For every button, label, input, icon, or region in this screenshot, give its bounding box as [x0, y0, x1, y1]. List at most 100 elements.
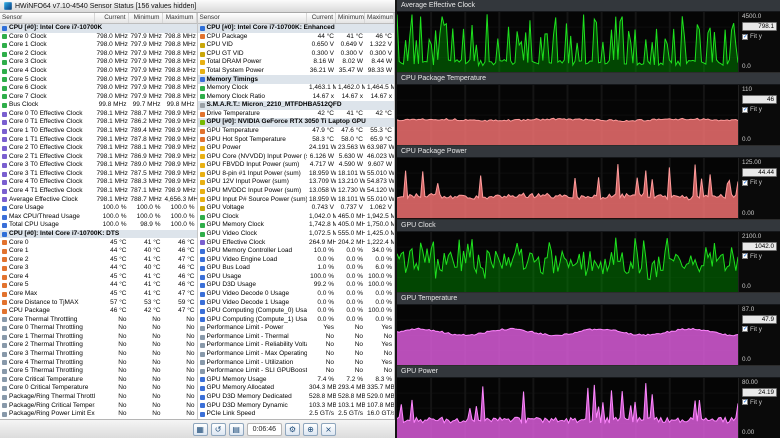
- fit-y-checkbox[interactable]: ✓: [742, 107, 748, 113]
- sensor-row[interactable]: Core Thermal ThrottlingNoNoNo: [0, 316, 197, 325]
- sensor-group-row[interactable]: CPU [#0]: Intel Core i7-10700K: Enhanced: [198, 24, 395, 33]
- graph-title[interactable]: CPU Package Power: [397, 146, 780, 158]
- sensor-row[interactable]: Core 3 Clock798.0 MHz797.9 MHz798.8 MHz: [0, 58, 197, 67]
- close-button[interactable]: ×: [321, 423, 336, 436]
- sensor-row[interactable]: GPU Computing (Compute_1) Usage0.0 %0.0 …: [198, 316, 395, 325]
- sensor-row[interactable]: Core 245 °C41 °C47 °C: [0, 256, 197, 265]
- sensor-row[interactable]: GPU Effective Clock264.9 MHz204.2 MHz1,2…: [198, 238, 395, 247]
- sensor-row[interactable]: CPU GT VID0.300 V0.300 V0.300 V: [198, 50, 395, 59]
- sensor-row[interactable]: Performance Limit - ThermalNoNoNo: [198, 333, 395, 342]
- sensor-row[interactable]: Core 1 T0 Effective Clock798.1 MHz789.4 …: [0, 127, 197, 136]
- sensor-row[interactable]: Performance Limit - Reliability VoltageN…: [198, 341, 395, 350]
- sensor-row[interactable]: Core 2 Clock798.0 MHz797.9 MHz798.8 MHz: [0, 50, 197, 59]
- column-header-minimum[interactable]: Minimum: [336, 13, 365, 23]
- sensor-row[interactable]: Core 1 T1 Effective Clock798.1 MHz787.8 …: [0, 136, 197, 145]
- sensor-group-row[interactable]: CPU [#0]: Intel Core i7-10700K: [0, 24, 197, 33]
- sensor-row[interactable]: GPU Video Decode 0 Usage0.0 %0.0 %0.0 %: [198, 290, 395, 299]
- sensor-row[interactable]: Core 2 Thermal ThrottlingNoNoNo: [0, 341, 197, 350]
- column-header-minimum[interactable]: Minimum: [129, 13, 163, 23]
- column-header-maximum[interactable]: Maximum: [365, 13, 394, 23]
- sensor-row[interactable]: Core 3 Thermal ThrottlingNoNoNo: [0, 350, 197, 359]
- sensor-row[interactable]: Core 0 T1 Effective Clock798.1 MHz786.2 …: [0, 118, 197, 127]
- sensor-row[interactable]: Max CPU/Thread Usage100.0 %100.0 %100.0 …: [0, 213, 197, 222]
- sensor-row[interactable]: PCIe Link Speed2.5 GT/s2.5 GT/s16.0 GT/s: [198, 410, 395, 419]
- column-header-maximum[interactable]: Maximum: [163, 13, 197, 23]
- fit-y-checkbox[interactable]: ✓: [742, 180, 748, 186]
- sensor-row[interactable]: GPU Hot Spot Temperature58.3 °C58.0 °C65…: [198, 136, 395, 145]
- sensor-row[interactable]: GPU 12V Input Power (sum)13.709 W13.210 …: [198, 178, 395, 187]
- add-graph-button[interactable]: ⊕: [303, 423, 318, 436]
- sensor-row[interactable]: GPU FBVDD Input Power (sum)4.717 W4.590 …: [198, 161, 395, 170]
- sensor-row[interactable]: Core 7 Clock798.0 MHz797.9 MHz798.8 MHz: [0, 93, 197, 102]
- column-header-current[interactable]: Current: [307, 13, 336, 23]
- sensor-row[interactable]: Memory Clock1,463.1 MHz1,462.0 MHz1,464.…: [198, 84, 395, 93]
- sensor-row[interactable]: GPU 8-pin #1 Input Power (sum)18.959 W18…: [198, 170, 395, 179]
- sensor-row[interactable]: Core 445 °C41 °C46 °C: [0, 273, 197, 282]
- sensor-row[interactable]: GPU Input P# Source Power (sum)18.959 W1…: [198, 196, 395, 205]
- sensor-row[interactable]: Package/Ring Critical TemperatureNoNoNo: [0, 401, 197, 410]
- sensor-row[interactable]: Core 1 Clock798.0 MHz797.9 MHz798.8 MHz: [0, 41, 197, 50]
- sensor-group-row[interactable]: Memory Timings: [198, 75, 395, 84]
- sensor-row[interactable]: GPU Bus Load1.0 %0.0 %6.0 %: [198, 264, 395, 273]
- sensor-row[interactable]: Core 4 Thermal ThrottlingNoNoNo: [0, 359, 197, 368]
- sensor-row[interactable]: GPU Usage100.0 %0.0 %100.0 %: [198, 273, 395, 282]
- sensor-row[interactable]: Total DRAM Power8.16 W8.02 W8.44 W: [198, 58, 395, 67]
- sensor-row[interactable]: GPU Computing (Compute_0) Usage0.0 %0.0 …: [198, 307, 395, 316]
- sensor-row[interactable]: Core 0 Thermal ThrottlingNoNoNo: [0, 324, 197, 333]
- sensor-row[interactable]: GPU Clock1,042.0 MHz465.0 MHz1,942.5 MHz: [198, 213, 395, 222]
- sensor-row[interactable]: Core 3 T1 Effective Clock798.1 MHz787.5 …: [0, 170, 197, 179]
- sensor-row[interactable]: CPU Package44 °C41 °C46 °C: [198, 33, 395, 42]
- window-titlebar[interactable]: HWiNFO64 v7.10-4540 Sensor Status [156 v…: [0, 0, 395, 13]
- sensor-row[interactable]: Core 2 T0 Effective Clock798.1 MHz788.1 …: [0, 144, 197, 153]
- sensor-row[interactable]: Core 0 Clock798.0 MHz797.9 MHz798.8 MHz: [0, 33, 197, 42]
- sensor-group-row[interactable]: CPU [#0]: Intel Core i7-10700K: DTS: [0, 230, 197, 239]
- sensor-row[interactable]: Core Critical TemperatureNoNoNo: [0, 376, 197, 385]
- sensors-grid-button[interactable]: ▦: [193, 423, 208, 436]
- sensor-row[interactable]: Package/Ring Thermal ThrottlingNoNoNo: [0, 393, 197, 402]
- settings-gear-button[interactable]: ⚙: [285, 423, 300, 436]
- sensor-row[interactable]: Memory Clock Ratio14.67 x14.67 x14.67 x: [198, 93, 395, 102]
- sensor-row[interactable]: CPU Package46 °C42 °C47 °C: [0, 307, 197, 316]
- sensor-row[interactable]: Performance Limit - SLI GPUBoost SyncNoN…: [198, 367, 395, 376]
- fit-y-checkbox[interactable]: ✓: [742, 326, 748, 332]
- sensor-row[interactable]: Core 4 T1 Effective Clock798.1 MHz787.1 …: [0, 187, 197, 196]
- sensor-row[interactable]: Core Max45 °C41 °C47 °C: [0, 290, 197, 299]
- sensor-row[interactable]: GPU Video Engine Load0.0 %0.0 %0.0 %: [198, 256, 395, 265]
- fit-y-checkbox[interactable]: ✓: [742, 399, 748, 405]
- sensor-row[interactable]: Core 0 Critical TemperatureNoNoNo: [0, 384, 197, 393]
- sensor-row[interactable]: Core 0 T0 Effective Clock798.1 MHz788.7 …: [0, 110, 197, 119]
- sensor-row[interactable]: GPU Temperature47.9 °C47.6 °C55.3 °C: [198, 127, 395, 136]
- sensor-row[interactable]: GPU Memory Allocated304.3 MB293.4 MB335.…: [198, 384, 395, 393]
- sensor-group-row[interactable]: S.M.A.R.T.: Micron_2210_MTFDHBA512QFD: [198, 101, 395, 110]
- sensor-row[interactable]: GPU D3D Memory Dedicated528.8 MB528.8 MB…: [198, 393, 395, 402]
- graph-title[interactable]: GPU Temperature: [397, 293, 780, 305]
- sensor-row[interactable]: Core 344 °C40 °C46 °C: [0, 264, 197, 273]
- sensor-row[interactable]: GPU Video Clock1,072.5 MHz555.0 MHz1,425…: [198, 230, 395, 239]
- column-header-current[interactable]: Current: [95, 13, 129, 23]
- sensor-row[interactable]: GPU Memory Controller Load10.0 %0.0 %34.…: [198, 247, 395, 256]
- fit-y-checkbox[interactable]: ✓: [742, 34, 748, 40]
- sensor-row[interactable]: CPU VID0.650 V0.649 V1.322 V: [198, 41, 395, 50]
- graph-title[interactable]: GPU Power: [397, 366, 780, 378]
- logging-button[interactable]: ▤: [229, 423, 244, 436]
- sensor-row[interactable]: Package/Ring Power Limit ExceededNoNoNo: [0, 410, 197, 419]
- sensor-row[interactable]: Core 3 T0 Effective Clock798.1 MHz789.0 …: [0, 161, 197, 170]
- sensor-row[interactable]: Core 1 Thermal ThrottlingNoNoNo: [0, 333, 197, 342]
- sensor-row[interactable]: GPU Memory Clock1,742.8 MHz405.0 MHz1,75…: [198, 221, 395, 230]
- sensor-row[interactable]: GPU Voltage0.743 V0.737 V1.062 V: [198, 204, 395, 213]
- column-header-sensor[interactable]: Sensor: [0, 13, 95, 23]
- sensor-row[interactable]: GPU MVDDC Input Power (sum)13.058 W12.73…: [198, 187, 395, 196]
- sensor-row[interactable]: Performance Limit - UtilizationNoNoYes: [198, 359, 395, 368]
- sensor-row[interactable]: GPU Core (NVVDD) Input Power (sum)6.126 …: [198, 153, 395, 162]
- column-header-sensor[interactable]: Sensor: [198, 13, 308, 23]
- sensor-row[interactable]: Core Usage100.0 %100.0 %100.0 %: [0, 204, 197, 213]
- sensor-row[interactable]: Core 5 Clock798.0 MHz797.9 MHz798.8 MHz: [0, 75, 197, 84]
- sensor-row[interactable]: Core 4 Clock798.0 MHz797.9 MHz798.8 MHz: [0, 67, 197, 76]
- sensor-row[interactable]: GPU D3D Memory Dynamic103.3 MB103.1 MB10…: [198, 401, 395, 410]
- sensor-row[interactable]: Core Distance to TjMAX57 °C53 °C59 °C: [0, 299, 197, 308]
- sensor-row[interactable]: Core 144 °C40 °C46 °C: [0, 247, 197, 256]
- sensor-row[interactable]: Total CPU Usage100.0 %98.9 %100.0 %: [0, 221, 197, 230]
- sensor-row[interactable]: Performance Limit - Max Operating Voltag…: [198, 350, 395, 359]
- reset-min-max-button[interactable]: ↺: [211, 423, 226, 436]
- fit-y-checkbox[interactable]: ✓: [742, 253, 748, 259]
